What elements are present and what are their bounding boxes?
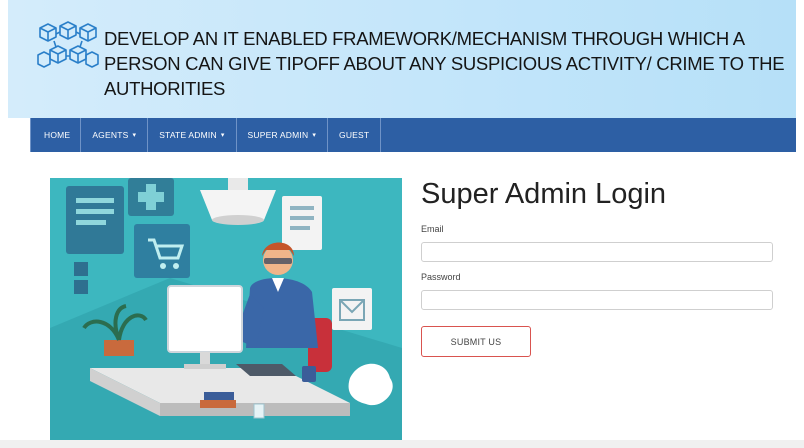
nav-state-admin-label: STATE ADMIN (159, 130, 217, 140)
nav-state-admin-dropdown[interactable]: STATE ADMIN ▾ (148, 118, 237, 152)
site-header: DEVELOP AN IT ENABLED FRAMEWORK/MECHANIS… (8, 0, 796, 118)
nav-agents-label: AGENTS (92, 130, 129, 140)
password-field[interactable] (421, 290, 773, 310)
nav-guest[interactable]: GUEST (328, 118, 382, 152)
page-title: DEVELOP AN IT ENABLED FRAMEWORK/MECHANIS… (104, 28, 785, 99)
footer-strip (0, 440, 804, 448)
submit-button[interactable]: SUBMIT US (421, 326, 531, 357)
caret-down-icon: ▾ (312, 132, 317, 139)
nav-super-admin-dropdown[interactable]: SUPER ADMIN ▾ (237, 118, 329, 152)
nav-home-label: HOME (44, 130, 71, 140)
network-cubes-icon (37, 21, 99, 68)
person-at-computer-illustration (50, 178, 402, 442)
email-label: Email (421, 224, 444, 234)
nav-agents-dropdown[interactable]: AGENTS ▾ (81, 118, 149, 152)
caret-down-icon: ▾ (220, 132, 225, 139)
nav-home[interactable]: HOME (30, 118, 82, 152)
caret-down-icon: ▾ (132, 132, 137, 139)
login-title: Super Admin Login (421, 178, 667, 210)
email-field[interactable] (421, 242, 773, 262)
nav-guest-label: GUEST (339, 130, 370, 140)
login-illustration (50, 178, 402, 442)
password-label: Password (421, 272, 461, 282)
nav-super-admin-label: SUPER ADMIN (247, 130, 309, 140)
main-navbar: HOME AGENTS ▾ STATE ADMIN ▾ SUPER ADMIN … (30, 118, 796, 152)
